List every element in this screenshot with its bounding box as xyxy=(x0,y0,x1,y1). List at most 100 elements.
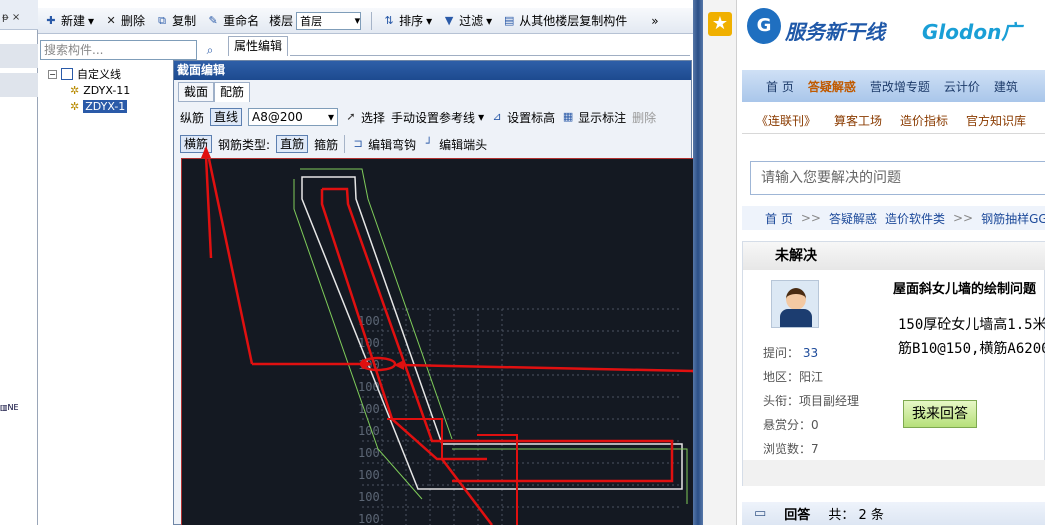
pin-close-icons[interactable]: ᵽ × xyxy=(2,12,20,23)
avatar[interactable] xyxy=(771,280,819,328)
edit-bend-button[interactable]: ⊐ 编辑弯钩 xyxy=(351,136,416,153)
tree-item-selected[interactable]: ✲ ZDYX-1 xyxy=(48,98,130,114)
new-button[interactable]: ✚ 新建 ▾ xyxy=(44,12,94,29)
copy-button[interactable]: ⧉ 复制 xyxy=(155,12,196,29)
sort-button[interactable]: ⇅ 排序 ▾ xyxy=(382,12,433,29)
asked-value[interactable]: 33 xyxy=(803,346,818,360)
dropdown-arrow-icon: ▾ xyxy=(426,13,433,28)
region-info: 地区：阳江 xyxy=(763,370,824,384)
select-button[interactable]: ➚ 选择 xyxy=(344,109,385,126)
manual-reference-button[interactable]: 手动设置参考线 ▾ xyxy=(391,109,484,126)
forum-web-page: G 服务新干线 Glodon广 首 页 答疑解惑 营改增专题 云计价 建筑 《连… xyxy=(737,0,1045,525)
breadcrumb-item[interactable]: 答疑解惑 xyxy=(829,210,877,227)
delete-button-disabled[interactable]: 删除 xyxy=(632,109,656,126)
favorites-star-icon[interactable]: ★ xyxy=(708,12,732,36)
browser-sidebar xyxy=(703,0,737,525)
breadcrumb-item[interactable]: 造价软件类 xyxy=(885,210,945,227)
search-input[interactable]: 搜索构件... xyxy=(40,40,197,60)
answers-header: ▭ 回答 共： 2 条 xyxy=(742,502,1045,525)
floor-value: 首层 xyxy=(300,14,323,28)
sub-nav: 《连联刊》 算客工场 造价指标 官方知识库 xyxy=(742,108,1045,134)
copy-from-floor-button[interactable]: ▤ 从其他楼层复制构件 xyxy=(502,12,627,29)
rank-info: 头衔：项目副经理 xyxy=(763,394,860,408)
tab-section[interactable]: 截面 xyxy=(178,82,215,102)
dropdown-arrow-icon: ▾ xyxy=(478,110,485,124)
question-card: 未解决 屋面斜女儿墙的绘制问题 150厚砼女儿墙高1.5米 筋B10@150,横… xyxy=(742,241,1045,486)
tree-item-label: ZDYX-1 xyxy=(83,99,128,113)
breadcrumb-item[interactable]: 首 页 xyxy=(765,210,793,227)
site-logo[interactable]: G 服务新干线 Glodon广 xyxy=(747,4,1045,50)
toolbar-separator xyxy=(371,11,373,30)
new-icon: ✚ xyxy=(46,13,56,27)
dock-tab[interactable] xyxy=(0,73,38,97)
gear-icon: ✲ xyxy=(70,83,80,97)
rebar-spec-select[interactable]: A8@200 ▾ xyxy=(248,108,339,126)
rename-button[interactable]: ✎ 重命名 xyxy=(206,12,259,29)
new-label: 新建 xyxy=(61,14,86,28)
tab-property-edit[interactable]: 属性编辑 xyxy=(228,36,288,56)
nav-item-vat[interactable]: 营改增专题 xyxy=(870,78,930,95)
avatar-body xyxy=(780,309,812,327)
elevation-icon: ⊿ xyxy=(492,110,502,123)
nav-item-cloud[interactable]: 云计价 xyxy=(944,78,980,95)
sort-label: 排序 xyxy=(399,14,424,28)
comment-icon: ▭ xyxy=(754,506,767,521)
straight-rebar-button[interactable]: 直筋 xyxy=(276,135,309,153)
mode-line-button[interactable]: 直线 xyxy=(210,108,243,126)
answers-count: 共： 2 条 xyxy=(828,508,884,523)
collapse-icon[interactable]: − xyxy=(48,69,57,79)
question-title[interactable]: 屋面斜女儿墙的绘制问题 xyxy=(893,278,1036,297)
answer-button[interactable]: 我来回答 xyxy=(903,400,977,428)
stirrup-button[interactable]: 箍筋 xyxy=(314,136,338,153)
bend-icon: ⊐ xyxy=(353,137,363,150)
filter-button[interactable]: ▼ 过滤 ▾ xyxy=(442,12,492,29)
toolbar-separator xyxy=(344,135,346,153)
subnav-item[interactable]: 官方知识库 xyxy=(966,112,1026,129)
editor-title[interactable]: 截面编辑 xyxy=(174,61,691,80)
section-drawing: 100 100 100 100 100 100 100 100 100 100 xyxy=(207,158,694,525)
window-splitter[interactable] xyxy=(693,0,703,525)
nav-item-home[interactable]: 首 页 xyxy=(766,78,794,95)
breadcrumb-separator: >> xyxy=(952,211,974,225)
select-label: 选择 xyxy=(361,110,386,125)
subnav-item[interactable]: 算客工场 xyxy=(834,112,882,129)
breadcrumb-item[interactable]: 钢筋抽样GGJ2 xyxy=(981,210,1045,227)
component-toolbar: ✚ 新建 ▾ ✕ 删除 ⧉ 复制 ✎ 重命名 楼层 首层 ▾ ⇅ 排序 ▾ ▼ 过滤 ▾ ▤ 从其他楼… xyxy=(38,8,693,34)
floor-select[interactable]: 首层 ▾ xyxy=(296,11,362,30)
toolbar-overflow-button[interactable]: » xyxy=(651,14,658,28)
nav-item-qa[interactable]: 答疑解惑 xyxy=(808,78,856,95)
status-header: 未解决 xyxy=(743,242,1045,270)
tree-item[interactable]: ✲ ZDYX-11 xyxy=(48,82,130,98)
set-elevation-button[interactable]: ⊿ 设置标高 xyxy=(490,109,555,126)
section-drawing-canvas[interactable]: 100 100 100 100 100 100 100 100 100 100 xyxy=(181,158,694,525)
dropdown-arrow-icon: ▾ xyxy=(88,13,95,28)
show-label-button[interactable]: ▦ 显示标注 xyxy=(561,109,626,126)
gear-icon: ✲ xyxy=(70,99,80,113)
question-search-input[interactable]: 请输入您要解决的问题 xyxy=(750,161,1045,195)
filter-icon: ▼ xyxy=(444,13,454,27)
mini-toolbar-icon[interactable]: ▥NE xyxy=(0,403,30,415)
delete-button[interactable]: ✕ 删除 xyxy=(104,12,145,29)
avatar-face xyxy=(786,288,806,310)
set-elevation-label: 设置标高 xyxy=(507,110,556,125)
tab-rebar[interactable]: 配筋 xyxy=(214,82,251,102)
nav-item-building[interactable]: 建筑 xyxy=(994,78,1018,95)
copy-from-floor-label: 从其他楼层复制构件 xyxy=(519,14,628,28)
annotation-arrow-overlay xyxy=(201,146,213,259)
longitudinal-label[interactable]: 纵筋 xyxy=(180,109,204,126)
pointer-icon: ➚ xyxy=(346,110,356,123)
subnav-item[interactable]: 造价指标 xyxy=(900,112,948,129)
delete-label: 删除 xyxy=(121,14,146,28)
logo-text-cn: 服务新干线 xyxy=(785,20,885,44)
floor-label: 楼层 xyxy=(269,14,294,28)
search-icon[interactable]: ⌕ xyxy=(200,40,220,60)
filter-label: 过滤 xyxy=(459,14,484,28)
tree-root[interactable]: − 自定义线 xyxy=(48,66,130,82)
question-body: 筋B10@150,横筋A6200 xyxy=(898,341,1045,357)
edit-end-button[interactable]: ┘ 编辑端头 xyxy=(422,136,487,153)
dock-tab[interactable] xyxy=(0,44,38,68)
grid-label: 100 xyxy=(358,512,380,525)
subnav-item[interactable]: 《连联刊》 xyxy=(756,112,816,129)
rebar-spec-value: A8@200 xyxy=(252,110,303,124)
chevron-down-icon: ▾ xyxy=(328,110,335,124)
